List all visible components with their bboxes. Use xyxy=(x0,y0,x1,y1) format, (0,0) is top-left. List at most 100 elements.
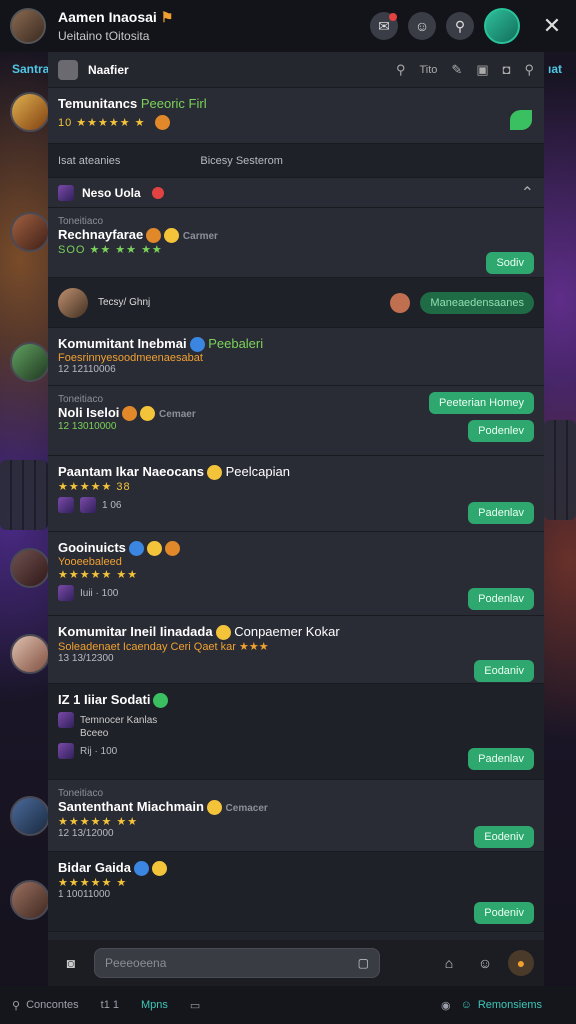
bottom-nav: ⚲ Concontes t1 1 Mpns ▭ ◉ ☺ Remonsiems xyxy=(0,986,576,1024)
user-avatar[interactable] xyxy=(10,8,46,44)
reply-small-avatar xyxy=(390,292,411,313)
nav-reactions[interactable]: ☺ Remonsiems xyxy=(461,999,542,1011)
side-tab-left[interactable]: Santra xyxy=(12,62,49,76)
nav-count[interactable]: t1 1 xyxy=(101,999,119,1011)
message-card[interactable]: Gooinuicts Yooeebaleed ★★★★★ ★★ Iuii · 1… xyxy=(48,532,544,616)
card-stars: SOO ★★ ★★ ★★ xyxy=(58,244,163,257)
chat-panel: Naafier ⚲ Tito ✎ ▣ ◘ ⚲ Temunitancs Peeor… xyxy=(48,52,544,940)
search-icon[interactable]: ⚲ xyxy=(396,62,406,78)
message-card[interactable]: Bidar Gaida ★★★★★ ★ 1 10011000 Podeniv xyxy=(48,852,544,932)
top-icons: ✉ ☺ ⚲ ✕ xyxy=(370,8,566,44)
action-button[interactable]: Eodaniv xyxy=(474,660,534,682)
panel-header: Naafier ⚲ Tito ✎ ▣ ◘ ⚲ xyxy=(48,52,544,88)
gamepad-icon[interactable]: ☺ xyxy=(408,12,436,40)
inbox-icon[interactable]: ▣ xyxy=(476,62,488,78)
card-detail: Soleadenaet Icaenday Ceri Qaet kar ★★★ xyxy=(58,641,269,654)
top-bar: Aamen Inaosai ⚑ Ueitaino tOitosita ✉ ☺ ⚲… xyxy=(0,0,576,52)
settings-icon[interactable]: ◘ xyxy=(503,62,511,77)
channel-avatar[interactable] xyxy=(58,59,78,80)
reaction-icon[interactable]: ● xyxy=(508,950,534,976)
message-card[interactable]: Komumitant Inebmai Peebaleri Foesrinnyes… xyxy=(48,328,544,386)
emoji-icon[interactable]: ☺ xyxy=(472,950,498,976)
reply-avatar[interactable] xyxy=(58,287,88,318)
nav-maps[interactable]: Mpns xyxy=(141,999,168,1011)
banner-title: Temunitancs Peeoric Firl xyxy=(58,96,207,111)
card-title: Santenthant Miachmain Cemacer xyxy=(58,799,268,816)
card-attachments: 1 06 xyxy=(58,497,534,514)
card-stars: ★★★★★ ★ xyxy=(58,877,128,890)
camera-icon[interactable]: ◙ xyxy=(58,950,84,976)
nav-record-icon[interactable]: ◉ xyxy=(441,999,451,1012)
side-avatar[interactable] xyxy=(10,92,50,132)
action-button[interactable]: Sodiv xyxy=(486,252,534,274)
message-card[interactable]: Paantam Ikar Naeocans Peelcapian ★★★★★ 3… xyxy=(48,456,544,532)
action-button[interactable]: Podenlav xyxy=(468,588,534,610)
collapse-icon[interactable]: ⌃ xyxy=(521,183,534,203)
card-detail: Yooeebaleed xyxy=(58,556,122,569)
notification-dot xyxy=(389,13,397,21)
card-attachments: Rij · 100 xyxy=(58,743,534,760)
card-stamp: 12 13/12000 xyxy=(58,828,114,840)
alert-icon xyxy=(151,186,164,199)
tab-discover[interactable]: Bicesy Sesterom xyxy=(200,155,283,167)
find-icon[interactable]: ⚲ xyxy=(524,62,534,78)
action-button[interactable]: Padenlav xyxy=(468,502,534,524)
side-avatar[interactable] xyxy=(10,342,50,382)
message-card[interactable]: Toneitiaco Noli Iseloi Cemaer 12 1301000… xyxy=(48,386,544,456)
card-stamp: 12 13010000 xyxy=(58,421,117,433)
banner-card[interactable]: Temunitancs Peeoric Firl 10 ★★★★★ ★ xyxy=(48,88,544,144)
app-subtitle: Ueitaino tOitosita xyxy=(58,29,150,43)
side-avatar[interactable] xyxy=(10,634,50,674)
card-meta: Toneitiaco xyxy=(58,216,104,227)
notifications-icon[interactable]: ✉ xyxy=(370,12,398,40)
card-stars: ★★★★★ 38 xyxy=(58,481,131,494)
message-card[interactable]: Toneitiaco Rechnayfarae Carmer SOO ★★ ★★… xyxy=(48,208,544,278)
card-title: Komumitant Inebmai Peebaleri xyxy=(58,336,264,353)
tab-latest[interactable]: Isat ateanies xyxy=(58,155,120,167)
card-title: Bidar Gaida xyxy=(58,860,534,877)
card-title: Komumitar Ineil Iinadada Conpaemer Kokar xyxy=(58,624,340,641)
new-section-header: Neso Uola ⌃ xyxy=(48,178,544,208)
section-thumb xyxy=(58,184,74,201)
action-button[interactable]: Podeniv xyxy=(474,902,534,924)
message-card[interactable]: Toneitiaco Santenthant Miachmain Cemacer… xyxy=(48,780,544,852)
leaf-icon[interactable] xyxy=(510,110,532,130)
reply-bubble[interactable]: Maneaedensaanes xyxy=(420,291,534,314)
background-keyboard xyxy=(544,420,576,520)
nav-box-icon[interactable]: ▭ xyxy=(190,999,200,1012)
action-button[interactable]: Podenlev xyxy=(468,420,534,442)
close-icon[interactable]: ✕ xyxy=(538,12,566,40)
reply-card[interactable]: Tecsy/ Ghnj Maneaedensaanes xyxy=(48,278,544,328)
pin-icon[interactable]: ✎ xyxy=(451,62,462,78)
sticker-icon[interactable]: ▢ xyxy=(358,956,369,970)
side-avatar[interactable] xyxy=(10,880,50,920)
message-card[interactable]: Komumitar Ineil Iinadada Conpaemer Kokar… xyxy=(48,616,544,684)
secondary-button[interactable]: Peeterian Homey xyxy=(429,392,534,414)
action-button[interactable]: Padenlav xyxy=(468,748,534,770)
panel-header-icons: ⚲ Tito ✎ ▣ ◘ ⚲ xyxy=(396,62,534,78)
side-avatar[interactable] xyxy=(10,212,50,252)
top-title-block: Aamen Inaosai ⚑ Ueitaino tOitosita xyxy=(58,9,370,43)
message-input[interactable]: Peeeoeena ▢ xyxy=(94,948,380,978)
nav-search[interactable]: ⚲ Concontes xyxy=(12,999,79,1012)
side-tab-right[interactable]: ıat xyxy=(548,62,562,76)
card-title: Paantam Ikar Naeocans Peelcapian xyxy=(58,464,290,481)
bell-icon[interactable]: ⌂ xyxy=(436,950,462,976)
banner-stars: 10 ★★★★★ ★ xyxy=(58,117,146,129)
card-stamp: 1 10011000 xyxy=(58,889,111,901)
card-title: IZ 1 Iiiar Sodati xyxy=(58,692,534,709)
side-avatar[interactable] xyxy=(10,548,50,588)
action-button[interactable]: Eodeniv xyxy=(474,826,534,848)
emoji-icon: ☺ xyxy=(460,999,472,1011)
search-people-icon[interactable]: ⚲ xyxy=(446,12,474,40)
profile-avatar[interactable] xyxy=(484,8,520,44)
card-detail: Foesrinnyesoodmeenaesabat xyxy=(58,352,203,365)
message-card[interactable]: IZ 1 Iiiar Sodati Temnocer Kanlas Bceeo … xyxy=(48,684,544,780)
card-sub: Temnocer Kanlas xyxy=(58,712,534,729)
member-count: Tito xyxy=(419,63,438,76)
tab-row: Isat ateanies Bicesy Sesterom xyxy=(48,144,544,178)
input-placeholder: Peeeoeena xyxy=(105,956,167,970)
side-avatar[interactable] xyxy=(10,796,50,836)
card-stamp: 12 12110006 xyxy=(58,364,116,376)
card-meta: Toneitiaco xyxy=(58,788,104,799)
